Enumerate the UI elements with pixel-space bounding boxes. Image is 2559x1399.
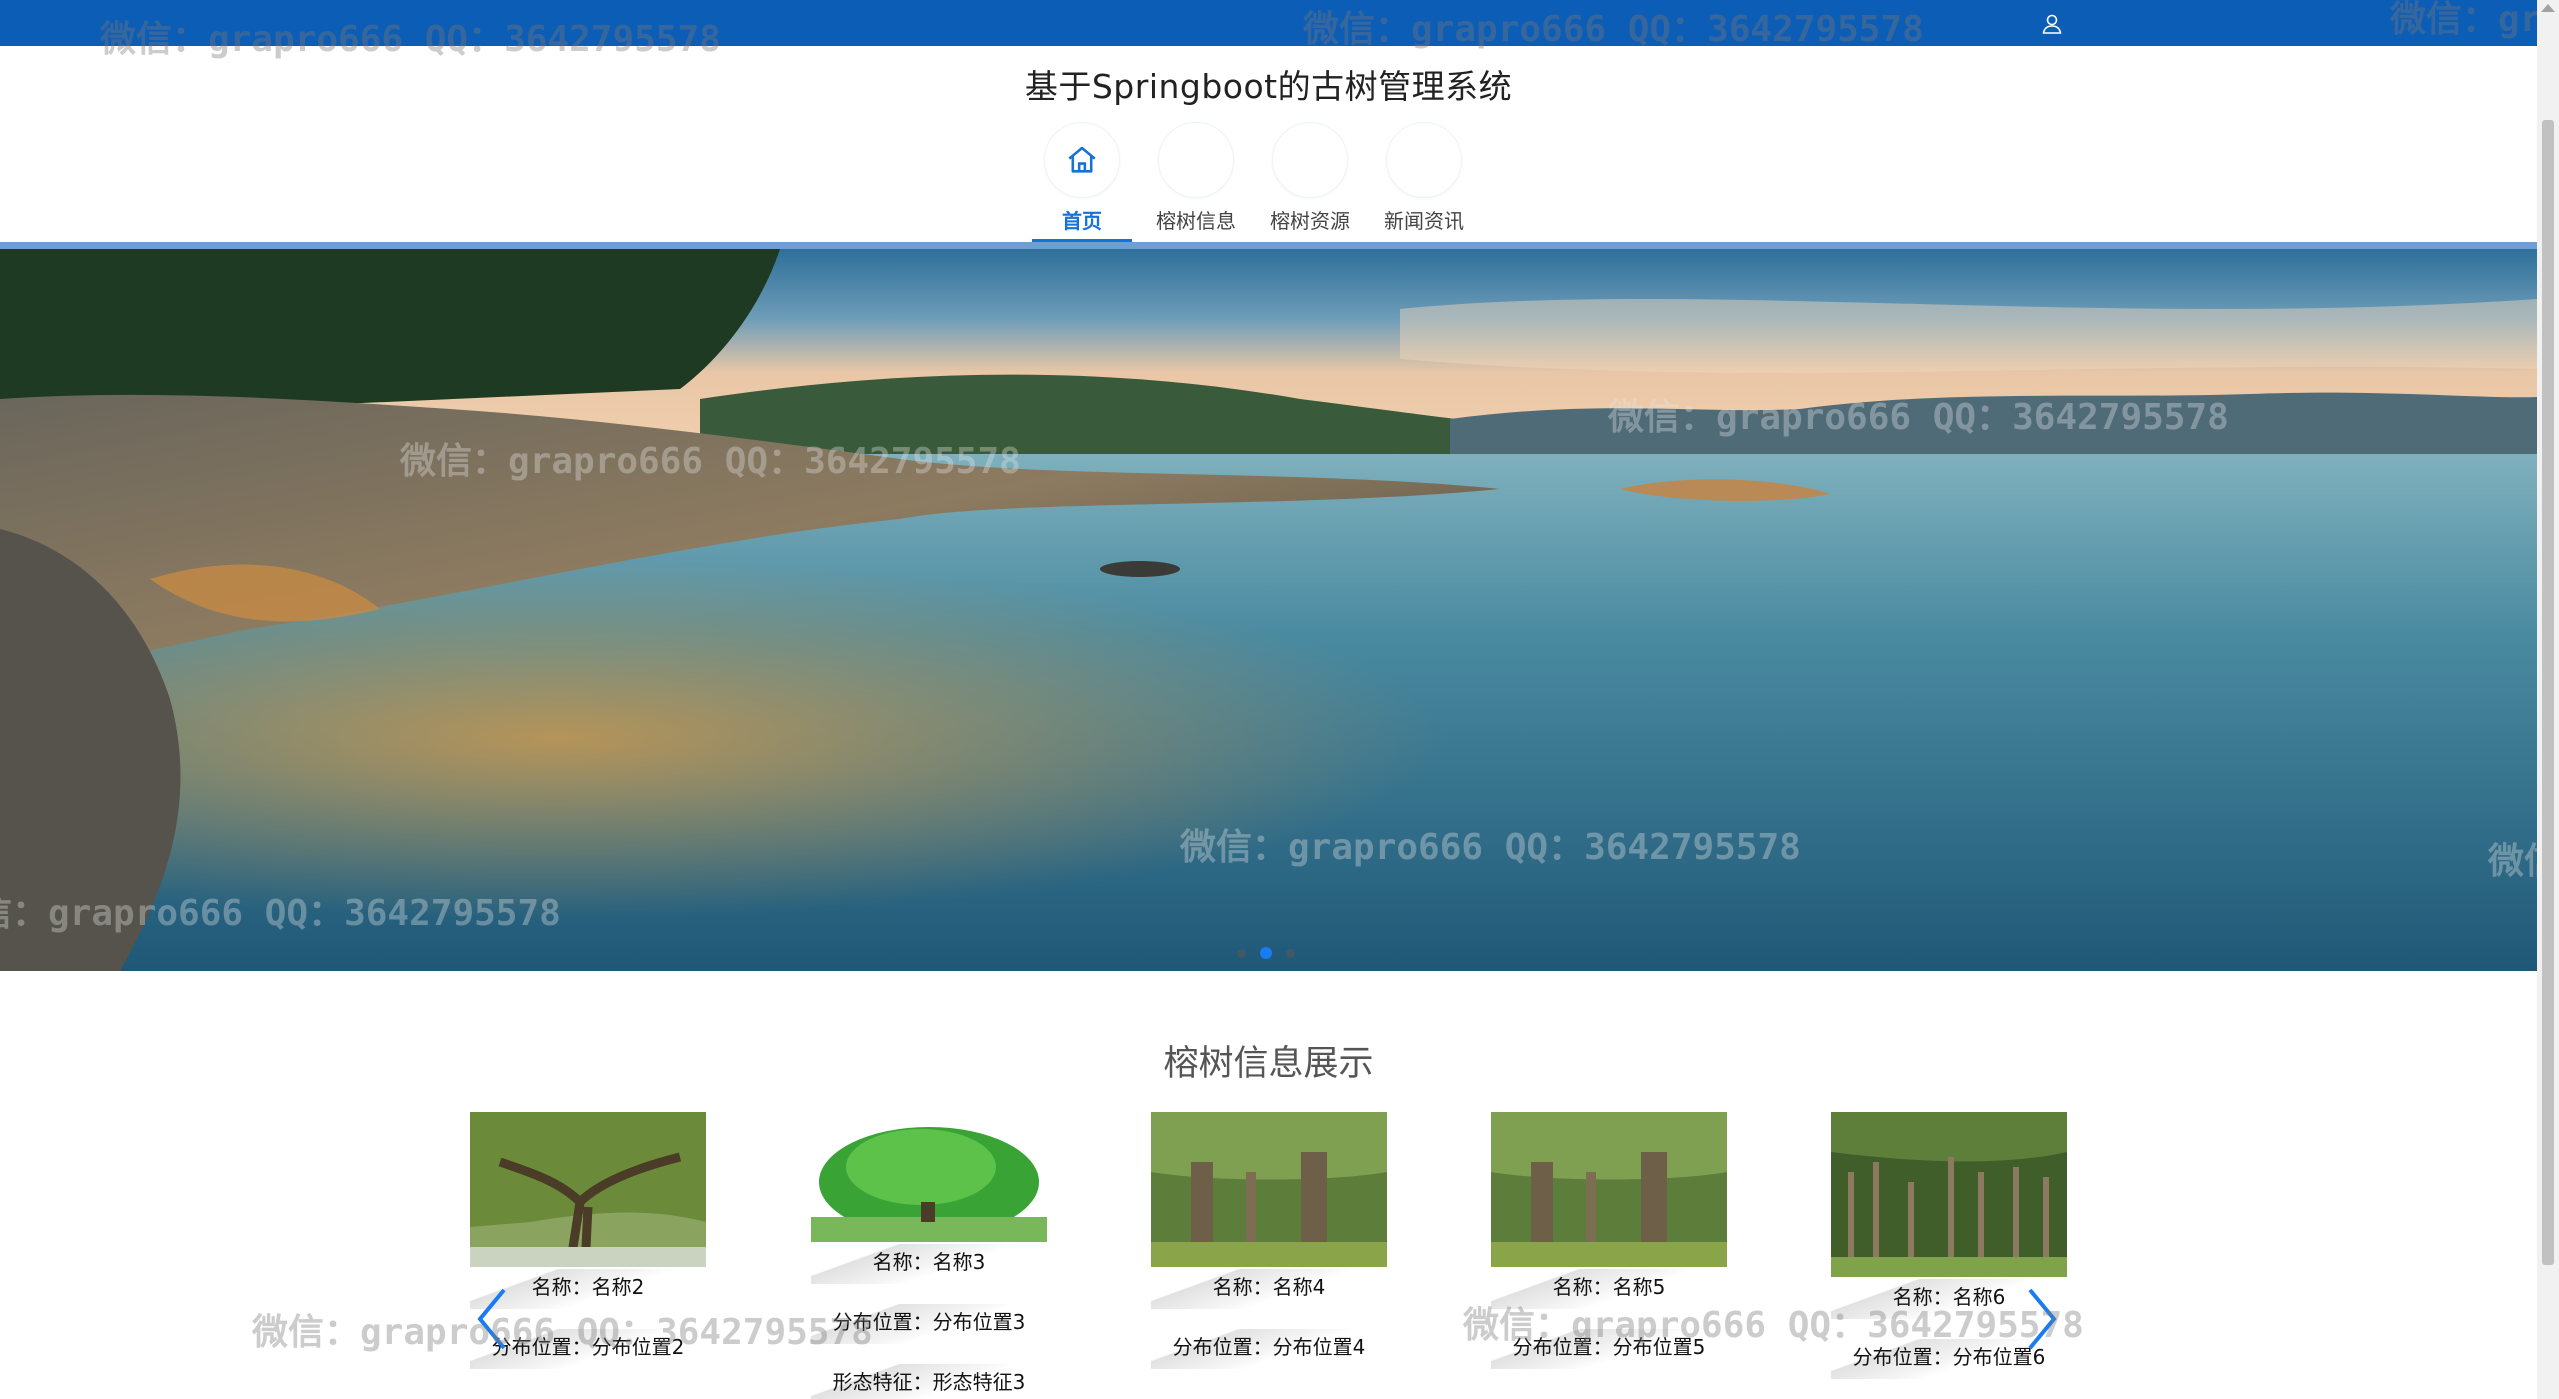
scroll-up-arrow[interactable] xyxy=(2541,4,2555,12)
top-bar xyxy=(0,0,2537,46)
site-title: 基于Springboot的古树管理系统 xyxy=(1024,67,1513,106)
nav-circle xyxy=(1386,122,1462,198)
nav-label-banyan-info: 榕树信息 xyxy=(1156,209,1236,233)
main-nav: 首页 榕树信息 榕树资源 新闻资讯 xyxy=(1032,122,1474,242)
nav-label-banyan-resources: 榕树资源 xyxy=(1270,209,1350,233)
nav-label-home: 首页 xyxy=(1062,209,1102,233)
banyan-thumbnail xyxy=(1831,1112,2067,1277)
banyan-thumbnail xyxy=(1151,1112,1387,1267)
banyan-thumbnail xyxy=(811,1112,1047,1242)
nav-item-news[interactable]: 新闻资讯 xyxy=(1374,122,1474,242)
banyan-card-list: 名称：名称2 分布位置：分布位置2 名称：名称3 分布位置：分布位置3 形态特征… xyxy=(470,1112,2070,1399)
carousel-dot[interactable] xyxy=(1237,948,1246,958)
page-scrollbar[interactable] xyxy=(2537,0,2559,1399)
banyan-card[interactable]: 名称：名称6 分布位置：分布位置6 xyxy=(1831,1112,2067,1397)
banyan-card[interactable]: 名称：名称5 分布位置：分布位置5 xyxy=(1491,1112,1727,1387)
banyan-card[interactable]: 名称：名称4 分布位置：分布位置4 xyxy=(1151,1112,1387,1387)
card-name: 名称：名称3 xyxy=(872,1250,986,1274)
card-location-row: 分布位置：分布位置4 xyxy=(1151,1327,1387,1387)
card-location: 分布位置：分布位置3 xyxy=(832,1310,1026,1334)
nav-item-banyan-info[interactable]: 榕树信息 xyxy=(1146,122,1246,242)
card-feature-row: 形态特征：形态特征3 xyxy=(811,1362,1047,1399)
card-location-row: 分布位置：分布位置5 xyxy=(1491,1327,1727,1387)
banner-carousel[interactable] xyxy=(0,249,2537,971)
card-location: 分布位置：分布位置4 xyxy=(1172,1335,1366,1359)
nav-item-home[interactable]: 首页 xyxy=(1032,122,1132,242)
card-name: 名称：名称4 xyxy=(1212,1275,1326,1299)
nav-label-news: 新闻资讯 xyxy=(1384,209,1464,233)
card-name-row: 名称：名称4 xyxy=(1151,1267,1387,1327)
carousel-dot[interactable] xyxy=(1286,948,1295,958)
card-name-row: 名称：名称3 xyxy=(811,1242,1047,1302)
home-icon xyxy=(1068,146,1096,173)
nav-divider xyxy=(0,242,2537,249)
user-icon[interactable] xyxy=(2040,12,2064,36)
banyan-thumbnail xyxy=(470,1112,706,1267)
card-name: 名称：名称5 xyxy=(1552,1275,1666,1299)
nav-item-banyan-resources[interactable]: 榕树资源 xyxy=(1260,122,1360,242)
chevron-left-icon[interactable] xyxy=(472,1286,512,1352)
carousel-dot-active[interactable] xyxy=(1260,947,1272,959)
banyan-card[interactable]: 名称：名称3 分布位置：分布位置3 形态特征：形态特征3 xyxy=(811,1112,1047,1399)
banner-image xyxy=(0,249,2537,971)
nav-circle xyxy=(1272,122,1348,198)
banyan-thumbnail xyxy=(1491,1112,1727,1267)
nav-circle xyxy=(1044,122,1120,198)
nav-circle xyxy=(1158,122,1234,198)
scroll-thumb[interactable] xyxy=(2542,120,2554,1265)
card-feature: 形态特征：形态特征3 xyxy=(832,1370,1026,1394)
card-location-row: 分布位置：分布位置3 xyxy=(811,1302,1047,1362)
card-location: 分布位置：分布位置5 xyxy=(1512,1335,1706,1359)
section-title: 榕树信息展示 xyxy=(1163,1044,1374,1084)
carousel-dots xyxy=(1237,947,1295,959)
card-name-row: 名称：名称5 xyxy=(1491,1267,1727,1327)
chevron-right-icon[interactable] xyxy=(2022,1286,2062,1352)
